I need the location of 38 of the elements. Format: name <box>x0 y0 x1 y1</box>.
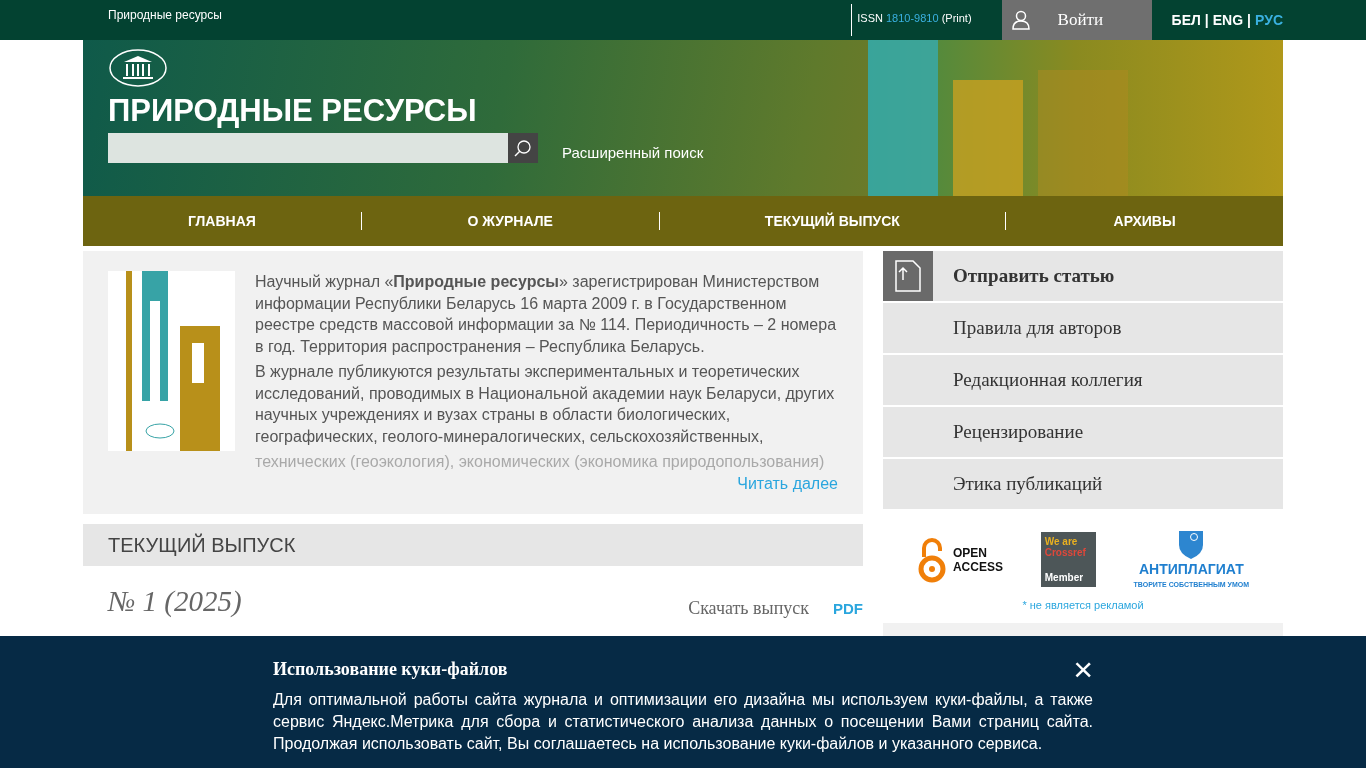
disclaimer-text: * не является рекламой <box>1021 597 1145 613</box>
site-name: Природные ресурсы <box>107 7 223 24</box>
download-label: Скачать выпуск <box>688 597 809 621</box>
nav-link[interactable]: ГЛАВНАЯ <box>83 210 361 232</box>
cookie-title: Использование куки-файлов <box>273 658 509 681</box>
issue-number: № 1 (2025) <box>108 584 243 619</box>
journal-title: ПРИРОДНЫЕ РЕСУРСЫ <box>108 94 478 129</box>
crossref-logo: We are Crossref Member <box>1040 532 1096 588</box>
close-button[interactable]: × <box>1073 654 1093 688</box>
language-link[interactable]: РУС <box>1255 9 1283 31</box>
sidebar-link[interactable]: Редакционная коллегия <box>883 355 1283 405</box>
search-icon <box>514 139 532 158</box>
academy-logo-icon <box>108 48 168 88</box>
faded-text: технических (геоэкология), экономических (экономика природопользования) <box>255 452 826 472</box>
nav-link[interactable]: О ЖУРНАЛЕ <box>361 210 659 232</box>
sidebar-link[interactable]: Отправить статью <box>883 251 1283 301</box>
user-icon <box>1011 10 1030 30</box>
lang-separator: | <box>1247 10 1251 30</box>
about-paragraph: В журнале публикуются результаты экспериментальных и теоретических исследований, проводимых в Национальной академии наук Беларуси, других научных учреждениях и вузах страны в области биологических, географических, геолого-минералогических, сельскохозяйственных, <box>255 362 836 447</box>
issn-link[interactable]: 1810-9810 <box>886 12 939 24</box>
open-access-logo: OPEN ACCESS <box>916 536 1003 583</box>
sidebar-link[interactable]: Правила для авторов <box>883 303 1283 353</box>
issn-text: ISSN 1810-9810 (Print) <box>851 4 1002 36</box>
search-button[interactable] <box>508 133 538 164</box>
about-paragraph: Научный журнал «Природные ресурсы» зарегистрирован Министерством информации Республики Беларусь 16 марта 2009 г. в Государственном реестре средств массовой информации за № 114. Периодичность – 2 номера в год. Территория распространения – Республика Беларусь. <box>255 272 838 357</box>
advanced-search-link[interactable]: Расширенный поиск <box>562 142 704 165</box>
sidebar-link[interactable]: Рецензирование <box>883 407 1283 457</box>
nav-link[interactable]: ТЕКУЩИЙ ВЫПУСК <box>659 210 1006 232</box>
cookie-text: Для оптимальной работы сайта журнала и оптимизации его дизайна мы используем куки-файлы, а также сервис Яндекс.Метрика для сбора и статистического анализа данных о посещении Вами страниц сайта. Продолжая использовать сайт, Вы соглашаетесь на использование куки-файлов и указанного сервиса. <box>273 690 1093 754</box>
language-link[interactable]: БЕЛ <box>1171 9 1201 31</box>
document-upload-icon <box>895 260 921 292</box>
sidebar-link[interactable]: Этика публикаций <box>883 459 1283 509</box>
login-button[interactable]: Войти <box>1001 0 1152 40</box>
section-heading: ТЕКУЩИЙ ВЫПУСК <box>83 524 863 566</box>
nav-link[interactable]: АРХИВЫ <box>1006 210 1283 232</box>
language-link[interactable]: ENG <box>1212 9 1244 31</box>
search-field[interactable] <box>108 133 508 164</box>
lang-separator: | <box>1204 10 1209 30</box>
